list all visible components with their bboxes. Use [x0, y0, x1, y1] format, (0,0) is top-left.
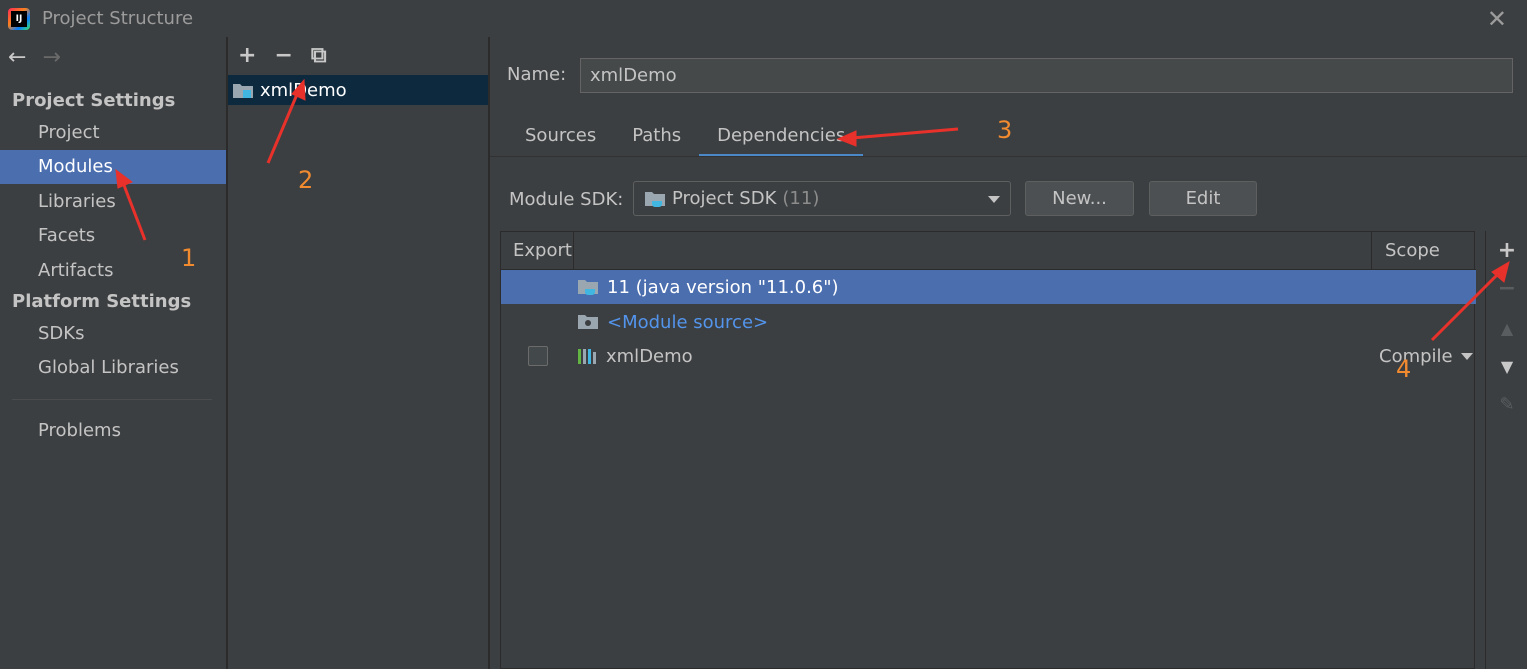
annotation-arrowhead	[836, 130, 857, 147]
annotation-arrowhead	[115, 168, 133, 189]
annotation-arrowhead	[291, 78, 306, 101]
annotation-arrow	[851, 127, 959, 140]
annotation-arrow	[120, 179, 147, 241]
annotation-arrow	[1430, 270, 1502, 342]
annotation-arrow	[266, 91, 300, 164]
annotation-arrows	[115, 78, 1510, 342]
